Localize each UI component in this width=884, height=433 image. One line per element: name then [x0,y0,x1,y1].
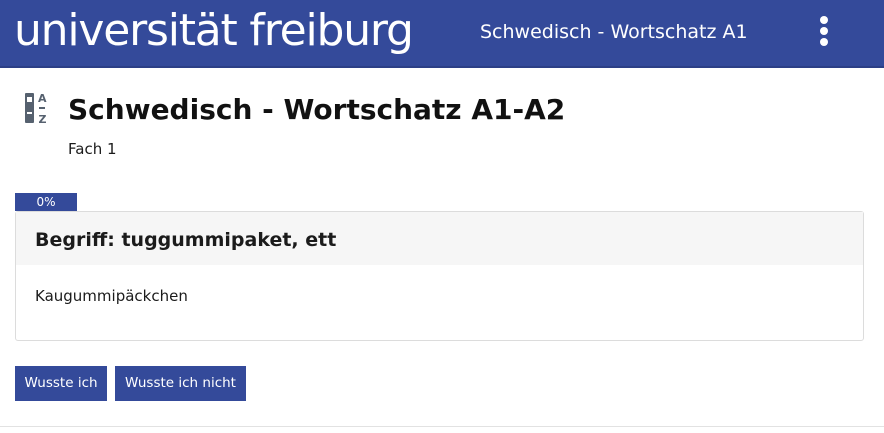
header-course-title[interactable]: Schwedisch - Wortschatz A1-A2 [480,0,746,64]
top-navbar: universität freiburg Schwedisch - Wortsc… [0,0,884,68]
vertical-ellipsis-icon[interactable] [810,14,838,48]
progress-bar: 0% [15,193,864,211]
svg-text:Z: Z [39,113,47,126]
menu-dot [820,16,828,24]
menu-dot [820,27,828,35]
flashcard-term: Begriff: tuggummipaket, ett [16,212,863,265]
svg-text:A: A [38,92,47,105]
flashcard-definition: Kaugummipäckchen [35,287,188,305]
divider [0,426,884,427]
page-subtitle: Fach 1 [68,140,117,158]
knew-it-button[interactable]: Wusste ich [15,366,107,401]
university-logo[interactable]: universität freiburg [14,0,414,64]
menu-dot [820,38,828,46]
progress-label: 0% [36,195,56,209]
flashcard: Begriff: tuggummipaket, ett Kaugummipäck… [15,211,864,341]
glossary-az-icon: A Z [25,92,47,126]
did-not-know-button[interactable]: Wusste ich nicht [115,366,246,401]
page-title: Schwedisch - Wortschatz A1-A2 [68,93,566,126]
